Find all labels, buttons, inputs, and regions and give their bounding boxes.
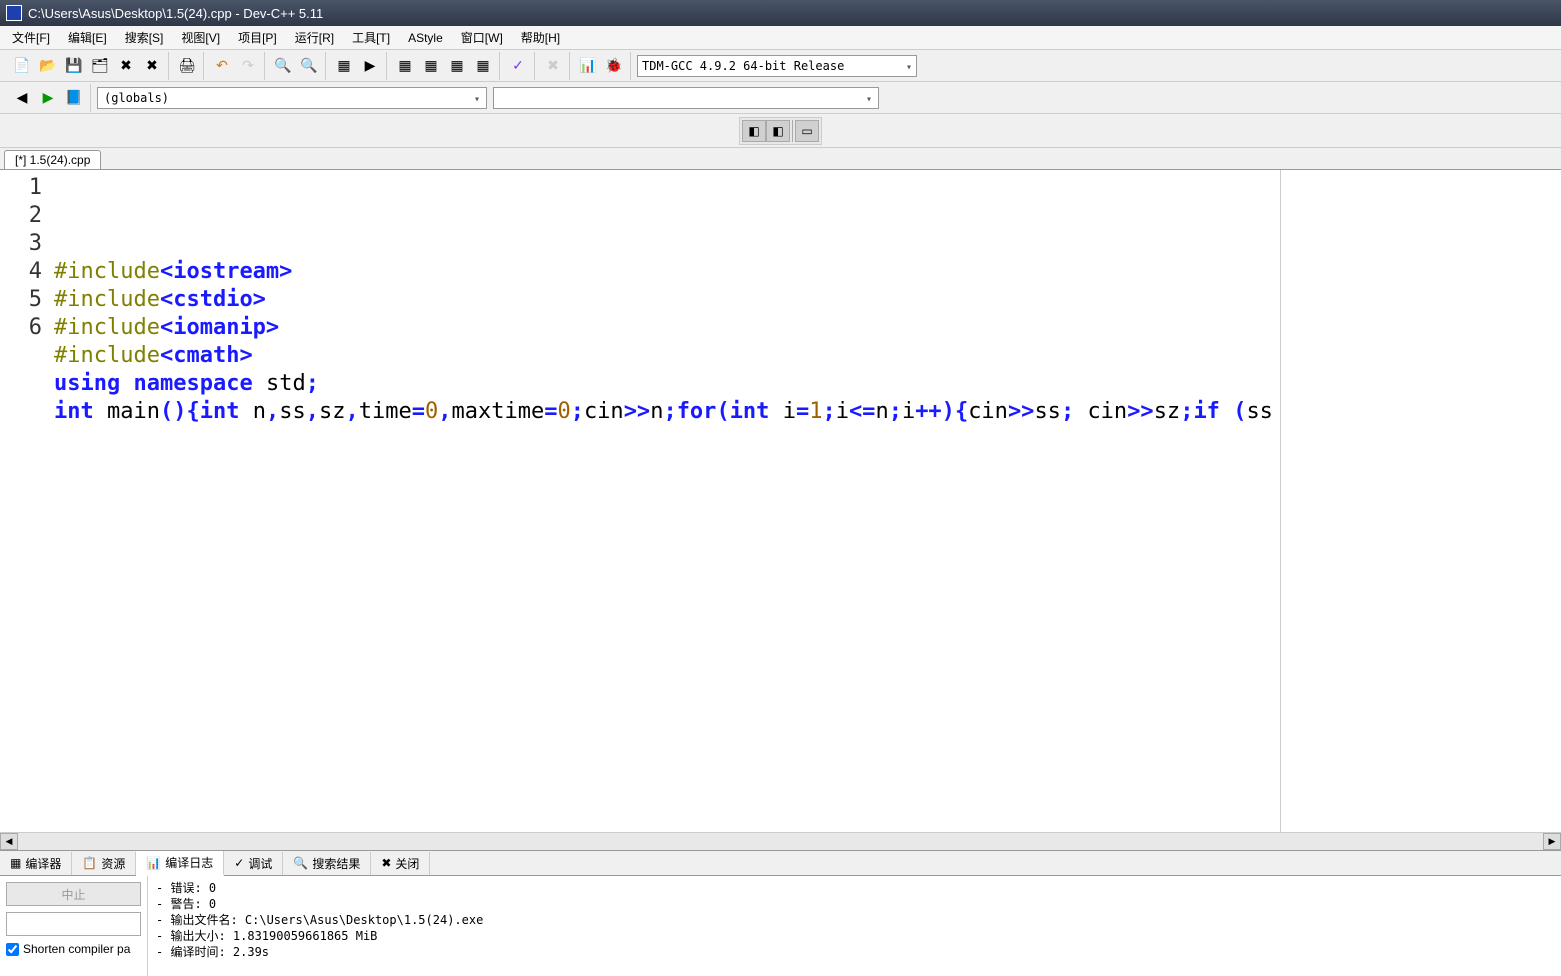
bottom-tabbar: ▦ 编译器 📋 资源 📊 编译日志 ✓ 调试 🔍 搜索结果 ✖ 关闭 (0, 850, 1561, 876)
gutter: 123456 (0, 170, 54, 832)
find-button[interactable]: 🔍 (271, 54, 295, 78)
profile-button[interactable]: ▦ (471, 54, 495, 78)
check-icon: ✓ (234, 856, 244, 870)
shorten-checkbox-input[interactable] (6, 943, 19, 956)
bookmark-button[interactable]: 📘 (62, 86, 86, 110)
bottom-tab-编译器[interactable]: ▦ 编译器 (0, 852, 72, 875)
replace-button[interactable]: 🔍 (297, 54, 321, 78)
code-line[interactable]: #include<iomanip> (54, 314, 1561, 342)
menu-视图[interactable]: 视图[V] (173, 27, 228, 48)
stop-button[interactable]: 中止 (6, 882, 141, 906)
check-button[interactable]: ✓ (506, 54, 530, 78)
grid-icon: ▦ (10, 856, 21, 870)
ruler-line (1280, 170, 1281, 832)
shorten-label: Shorten compiler pa (23, 942, 130, 956)
back-button[interactable]: ◀ (10, 86, 34, 110)
menu-运行[interactable]: 运行[R] (287, 27, 342, 48)
chart-icon: 📊 (146, 856, 161, 870)
compile-log-panel: 中止 Shorten compiler pa - 错误: 0 - 警告: 0 -… (0, 876, 1561, 976)
debug-btn-1[interactable]: ◧ (742, 120, 766, 142)
debug-button[interactable]: ▦ (445, 54, 469, 78)
scroll-track[interactable] (18, 833, 1543, 850)
forward-button[interactable]: ▶ (36, 86, 60, 110)
bottom-tab-搜索结果[interactable]: 🔍 搜索结果 (283, 852, 371, 875)
toolbar-scope: ◀ ▶ 📘 (globals) (0, 82, 1561, 114)
scroll-right-button[interactable]: ▶ (1543, 833, 1561, 850)
code-line[interactable]: using namespace std; (54, 370, 1561, 398)
bottom-tab-资源[interactable]: 📋 资源 (72, 852, 136, 875)
compile-log-output[interactable]: - 错误: 0 - 警告: 0 - 输出文件名: C:\Users\Asus\D… (148, 876, 1561, 976)
close-all-button[interactable]: ✖ (140, 54, 164, 78)
shorten-paths-checkbox[interactable]: Shorten compiler pa (6, 942, 141, 956)
copy-icon: 📋 (82, 856, 97, 870)
editor-tabbar: [*] 1.5(24).cpp (0, 148, 1561, 170)
bug-button[interactable]: 🐞 (602, 54, 626, 78)
code-line[interactable]: #include<cstdio> (54, 286, 1561, 314)
save-button[interactable]: 💾 (62, 54, 86, 78)
window-title: C:\Users\Asus\Desktop\1.5(24).cpp - Dev-… (28, 6, 323, 21)
redo-button[interactable]: ↷ (236, 54, 260, 78)
bottom-tab-label: 编译器 (25, 855, 61, 872)
bottom-tab-调试[interactable]: ✓ 调试 (224, 852, 283, 875)
toolbar-main: 📄 📂 💾 🗂 ✖ ✖ 🖨 ↶ ↷ 🔍 🔍 ▦ ▶ ▦ ▦ ▦ ▦ ✓ ✖ 📊 … (0, 50, 1561, 82)
scope-select-value: (globals) (104, 91, 169, 105)
close-icon: ✖ (381, 856, 391, 870)
bottom-tab-编译日志[interactable]: 📊 编译日志 (136, 851, 224, 876)
app-icon (6, 5, 22, 21)
compiler-select-value: TDM-GCC 4.9.2 64-bit Release (642, 59, 844, 73)
scope-select[interactable]: (globals) (97, 87, 487, 109)
print-button[interactable]: 🖨 (175, 54, 199, 78)
bottom-tab-label: 编译日志 (165, 854, 213, 871)
menu-帮助[interactable]: 帮助[H] (513, 27, 568, 48)
menu-文件[interactable]: 文件[F] (4, 27, 58, 48)
scroll-left-button[interactable]: ◀ (0, 833, 18, 850)
chevron-down-icon (906, 59, 912, 73)
open-button[interactable]: 📂 (36, 54, 60, 78)
menu-工具[interactable]: 工具[T] (344, 27, 398, 48)
menu-搜索[interactable]: 搜索[S] (117, 27, 172, 48)
bottom-tab-label: 调试 (248, 855, 272, 872)
chart-button[interactable]: 📊 (576, 54, 600, 78)
code-editor[interactable]: 123456 #include<iostream>#include<cstdio… (0, 170, 1561, 832)
code-line[interactable]: #include<iostream> (54, 258, 1561, 286)
menu-项目[interactable]: 项目[P] (230, 27, 285, 48)
horizontal-scrollbar[interactable]: ◀ ▶ (0, 832, 1561, 850)
bottom-tab-label: 搜索结果 (312, 855, 360, 872)
new-file-button[interactable]: 📄 (10, 54, 34, 78)
debug-btn-3[interactable]: ▭ (795, 120, 819, 142)
member-select[interactable] (493, 87, 879, 109)
compile-run-button[interactable]: ▦ (393, 54, 417, 78)
empty-button[interactable] (6, 912, 141, 936)
bottom-tab-label: 资源 (101, 855, 125, 872)
menu-编辑[interactable]: 编辑[E] (60, 27, 115, 48)
debug-btn-2[interactable]: ◧ (766, 120, 790, 142)
menubar: 文件[F]编辑[E]搜索[S]视图[V]项目[P]运行[R]工具[T]AStyl… (0, 26, 1561, 50)
editor-tab[interactable]: [*] 1.5(24).cpp (4, 150, 101, 169)
code-line[interactable]: int main(){int n,ss,sz,time=0,maxtime=0;… (54, 398, 1561, 426)
compile-button[interactable]: ▦ (332, 54, 356, 78)
titlebar: C:\Users\Asus\Desktop\1.5(24).cpp - Dev-… (0, 0, 1561, 26)
chevron-down-icon (866, 91, 872, 105)
bottom-tab-label: 关闭 (395, 855, 419, 872)
close-button[interactable]: ✖ (114, 54, 138, 78)
code-line[interactable]: #include<cmath> (54, 342, 1561, 370)
compile-controls: 中止 Shorten compiler pa (0, 876, 148, 976)
search-icon: 🔍 (293, 856, 308, 870)
run-button[interactable]: ▶ (358, 54, 382, 78)
delete-button[interactable]: ✖ (541, 54, 565, 78)
editor-tab-label: [*] 1.5(24).cpp (15, 153, 90, 167)
menu-窗口[interactable]: 窗口[W] (453, 27, 511, 48)
rebuild-button[interactable]: ▦ (419, 54, 443, 78)
toolbar-debug: ◧ ◧ ▭ (0, 114, 1561, 148)
undo-button[interactable]: ↶ (210, 54, 234, 78)
chevron-down-icon (474, 91, 480, 105)
menu-astyle[interactable]: AStyle (400, 29, 451, 47)
compiler-select[interactable]: TDM-GCC 4.9.2 64-bit Release (637, 55, 917, 77)
bottom-tab-关闭[interactable]: ✖ 关闭 (371, 852, 430, 875)
save-all-button[interactable]: 🗂 (88, 54, 112, 78)
code-area[interactable]: #include<iostream>#include<cstdio>#inclu… (54, 170, 1561, 832)
